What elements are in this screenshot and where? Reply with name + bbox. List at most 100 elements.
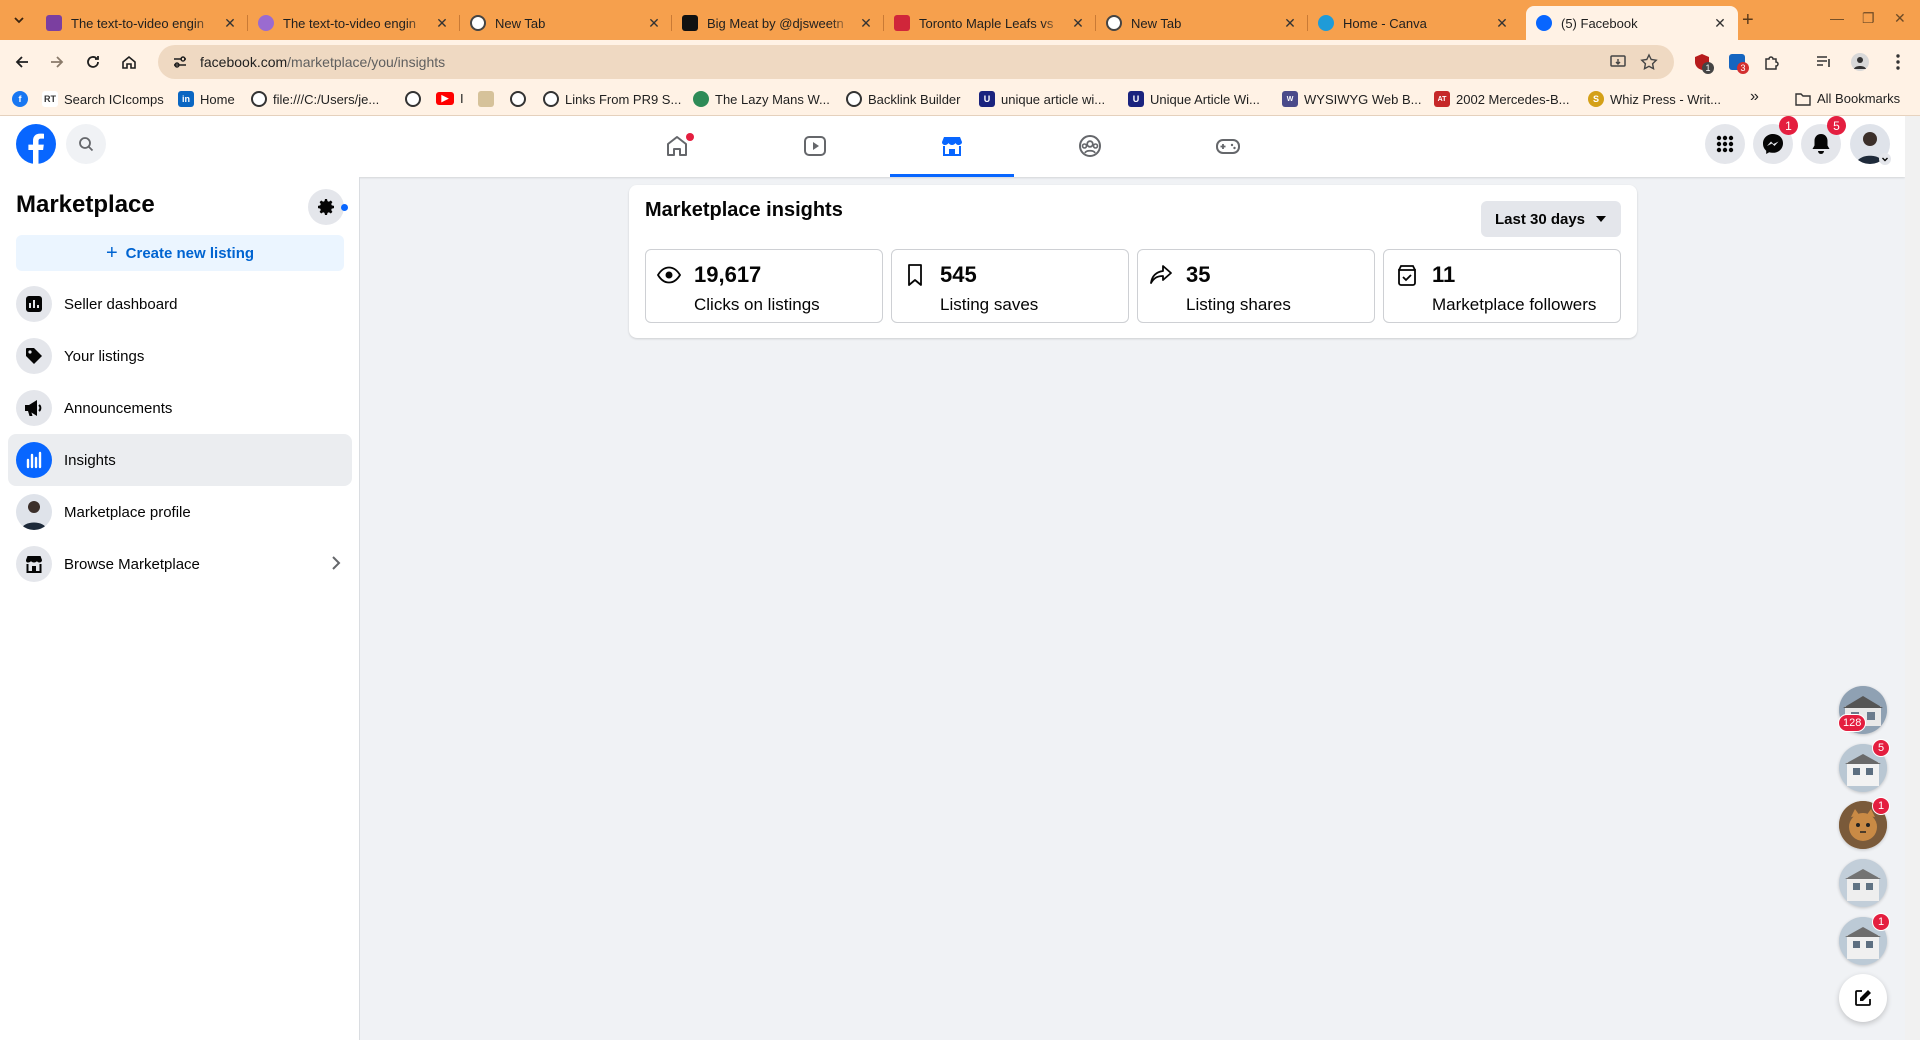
globe-icon [543, 91, 559, 107]
back-button[interactable] [11, 51, 33, 73]
close-icon[interactable]: ✕ [434, 15, 450, 32]
bookmark-facebook[interactable]: f [12, 91, 34, 107]
browser-tab-5[interactable]: Toronto Maple Leafs vs ✕ [884, 6, 1096, 40]
megaphone-icon [16, 390, 52, 426]
facebook-logo-icon[interactable] [16, 124, 56, 164]
close-icon[interactable]: ✕ [1282, 15, 1298, 32]
browser-menu-icon[interactable] [1888, 52, 1908, 72]
browser-toolbar: facebook.com/marketplace/you/insights [0, 40, 1920, 84]
bookmark-star-icon[interactable] [1639, 52, 1659, 72]
nav-home-tab[interactable] [615, 116, 739, 176]
browser-tab-3[interactable]: New Tab ✕ [460, 6, 672, 40]
bookmark-youtube[interactable]: ▶ I [436, 91, 464, 106]
nav-marketplace-tab[interactable] [890, 116, 1014, 177]
bookmark-home[interactable]: in Home [178, 91, 235, 107]
all-bookmarks-button[interactable]: All Bookmarks [1795, 91, 1900, 106]
forward-button[interactable] [46, 51, 68, 73]
sidebar-item-seller-dashboard[interactable]: Seller dashboard [8, 278, 352, 330]
sidebar-item-your-listings[interactable]: Your listings [8, 330, 352, 382]
close-icon[interactable]: ✕ [1712, 15, 1728, 32]
facebook-icon [1536, 15, 1552, 31]
install-app-icon[interactable] [1608, 52, 1628, 72]
autotrader-icon: AT [1434, 91, 1450, 107]
profile-avatar-icon[interactable] [1850, 52, 1870, 72]
bookmark-lazy-mans[interactable]: The Lazy Mans W... [693, 91, 830, 107]
settings-button[interactable] [308, 189, 344, 225]
browser-tab-4[interactable]: Big Meat by @djsweetn ✕ [672, 6, 884, 40]
bookmark-unique-article-1[interactable]: Uunique article wi... [979, 91, 1105, 107]
page-scrollbar[interactable] [1905, 116, 1920, 1040]
extensions-puzzle-icon[interactable] [1762, 52, 1782, 72]
bookmark-file[interactable]: file:///C:/Users/je... [251, 91, 379, 107]
menu-button[interactable] [1705, 124, 1745, 164]
browser-tab-7[interactable]: Home - Canva ✕ [1308, 6, 1520, 40]
sidebar-item-browse-marketplace[interactable]: Browse Marketplace [8, 538, 352, 590]
tab-search-button[interactable] [8, 9, 30, 31]
video-icon [804, 136, 826, 156]
close-icon[interactable]: ✕ [1494, 15, 1510, 32]
new-message-button[interactable] [1839, 974, 1887, 1022]
bookmark-image[interactable] [478, 91, 500, 107]
media-controls-icon[interactable] [1814, 52, 1834, 72]
minimize-button[interactable]: — [1830, 10, 1844, 26]
bookmark-globe[interactable] [405, 91, 427, 107]
account-chevron-icon[interactable] [1879, 153, 1891, 165]
close-icon[interactable]: ✕ [1070, 15, 1086, 32]
whiz-icon: S [1588, 91, 1604, 107]
facebook-search-button[interactable] [66, 124, 106, 164]
stat-label: Clicks on listings [694, 295, 820, 314]
nav-gaming-tab[interactable] [1166, 116, 1290, 176]
bookmarks-overflow-button[interactable]: » [1750, 88, 1759, 106]
sidebar-item-marketplace-profile[interactable]: Marketplace profile [8, 486, 352, 538]
linkedin-icon: in [178, 91, 194, 107]
messenger-badge: 1 [1779, 116, 1798, 135]
home-icon [122, 55, 136, 69]
create-new-listing-button[interactable]: + Create new listing [16, 235, 344, 271]
browser-tab-6[interactable]: New Tab ✕ [1096, 6, 1308, 40]
bookmark-wysiwyg[interactable]: W WYSIWYG Web B... [1282, 91, 1422, 107]
bookmark-search-icicomps[interactable]: RT Search ICIcomps [42, 91, 164, 107]
close-window-button[interactable]: ✕ [1894, 10, 1906, 27]
reload-button[interactable] [82, 51, 104, 73]
bookmark-links-from-pr9[interactable]: Links From PR9 S... [543, 91, 681, 107]
marketplace-icon [942, 137, 962, 156]
bookmark-backlink-builder[interactable]: Backlink Builder [846, 91, 961, 107]
browser-tab-2[interactable]: The text-to-video engin ✕ [248, 6, 460, 40]
nav-video-tab[interactable] [753, 116, 877, 176]
sidebar-item-insights[interactable]: Insights [8, 434, 352, 486]
bookmark-mercedes[interactable]: AT 2002 Mercedes-B... [1434, 91, 1569, 107]
sidebar-item-announcements[interactable]: Announcements [8, 382, 352, 434]
bell-icon [1812, 134, 1830, 154]
bookmark-whiz-press[interactable]: S Whiz Press - Writ... [1588, 91, 1721, 107]
date-range-dropdown[interactable]: Last 30 days [1481, 201, 1621, 237]
home-button[interactable] [118, 51, 140, 73]
site-info-icon[interactable] [170, 52, 190, 72]
restore-button[interactable]: ❐ [1862, 10, 1875, 27]
close-icon[interactable]: ✕ [858, 15, 874, 32]
close-icon[interactable]: ✕ [646, 15, 662, 32]
tab-title: Big Meat by @djsweetn [707, 15, 844, 31]
nav-groups-tab[interactable] [1028, 116, 1152, 176]
facebook-icon: f [12, 91, 28, 107]
wysiwyg-icon: W [1282, 91, 1298, 107]
bookmark-globe-2[interactable] [510, 91, 532, 107]
extension-badge: 1 [1702, 62, 1714, 74]
extension-grid-icon[interactable]: 3 [1727, 52, 1749, 74]
tag-icon [16, 338, 52, 374]
rt-icon: RT [42, 91, 58, 107]
stat-listing-saves: 545 Listing saves [891, 249, 1129, 323]
chrome-icon [1106, 15, 1122, 31]
stat-clicks-on-listings: 19,617 Clicks on listings [645, 249, 883, 323]
chat-head-4[interactable] [1839, 859, 1887, 907]
extension-shield-icon[interactable]: 1 [1692, 52, 1714, 74]
sidebar-title: Marketplace [16, 191, 155, 218]
close-icon[interactable]: ✕ [222, 15, 238, 32]
browser-tab-1[interactable]: The text-to-video engin ✕ [36, 6, 248, 40]
bookmark-unique-article-2[interactable]: U Unique Article Wi... [1128, 91, 1260, 107]
new-tab-button[interactable]: + [1742, 9, 1754, 32]
canva-icon [1318, 15, 1334, 31]
stat-value: 11 [1432, 262, 1456, 287]
chat-head-badge: 1 [1872, 913, 1890, 931]
browser-tab-8-active[interactable]: (5) Facebook ✕ [1526, 6, 1738, 40]
address-bar[interactable]: facebook.com/marketplace/you/insights [158, 45, 1674, 79]
